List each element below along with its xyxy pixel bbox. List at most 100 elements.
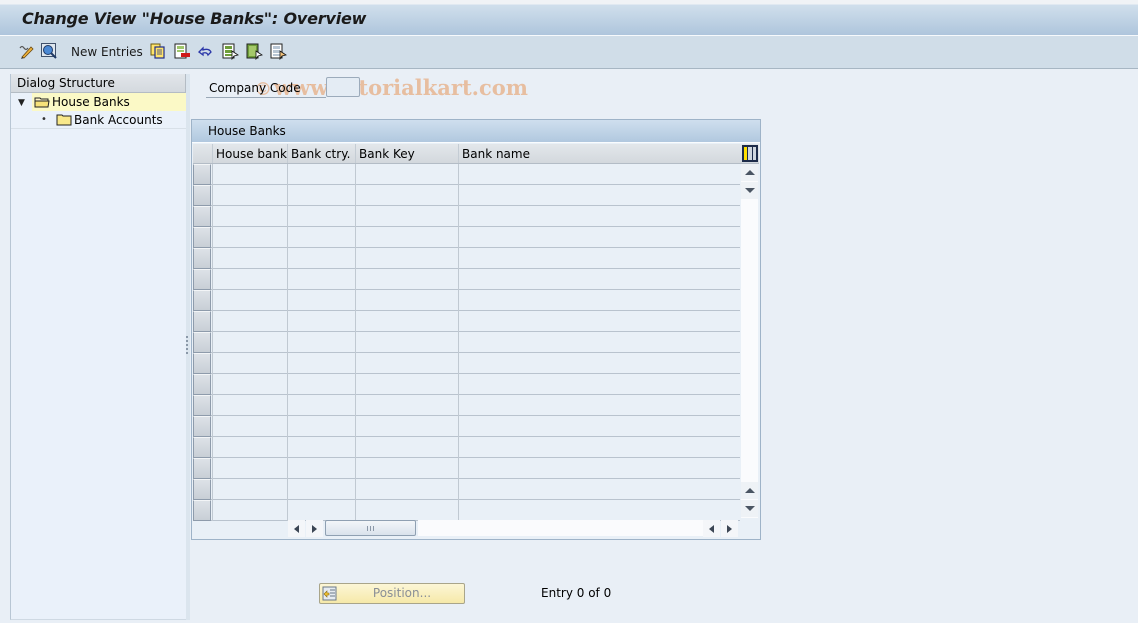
undo-change-icon[interactable] <box>197 42 215 60</box>
table-cell[interactable] <box>212 206 287 227</box>
horizontal-scrollbar[interactable] <box>288 520 738 537</box>
row-selector-button[interactable] <box>193 206 211 227</box>
display-change-icon[interactable] <box>17 42 35 60</box>
table-cell[interactable] <box>458 500 740 521</box>
table-cell[interactable] <box>458 248 740 269</box>
company-code-input[interactable] <box>326 77 360 97</box>
table-cell[interactable] <box>458 353 740 374</box>
table-row[interactable] <box>193 500 740 521</box>
table-row[interactable] <box>193 479 740 500</box>
table-cell[interactable] <box>287 227 355 248</box>
table-row[interactable] <box>193 269 740 290</box>
new-entries-button[interactable]: New Entries <box>71 45 143 59</box>
row-selector-button[interactable] <box>193 311 211 332</box>
table-cell[interactable] <box>212 227 287 248</box>
row-selector-button[interactable] <box>193 374 211 395</box>
table-cell[interactable] <box>355 269 458 290</box>
delete-icon[interactable] <box>173 42 191 60</box>
table-cell[interactable] <box>458 311 740 332</box>
position-button[interactable]: Position... <box>319 583 465 604</box>
table-cell[interactable] <box>287 290 355 311</box>
table-cell[interactable] <box>212 332 287 353</box>
scroll-right-button[interactable] <box>721 520 738 537</box>
table-cell[interactable] <box>287 248 355 269</box>
table-cell[interactable] <box>287 500 355 521</box>
table-cell[interactable] <box>355 437 458 458</box>
table-cell[interactable] <box>458 479 740 500</box>
copy-as-icon[interactable] <box>149 42 167 60</box>
table-row[interactable] <box>193 353 740 374</box>
find-icon[interactable] <box>40 42 58 60</box>
table-cell[interactable] <box>287 269 355 290</box>
table-cell[interactable] <box>355 500 458 521</box>
table-cell[interactable] <box>287 353 355 374</box>
table-cell[interactable] <box>355 185 458 206</box>
table-cell[interactable] <box>458 374 740 395</box>
table-cell[interactable] <box>212 353 287 374</box>
row-selector-button[interactable] <box>193 227 211 248</box>
table-cell[interactable] <box>212 164 287 185</box>
row-selector-button[interactable] <box>193 185 211 206</box>
table-cell[interactable] <box>287 206 355 227</box>
table-row[interactable] <box>193 416 740 437</box>
table-row[interactable] <box>193 227 740 248</box>
table-cell[interactable] <box>212 395 287 416</box>
row-selector-button[interactable] <box>193 332 211 353</box>
table-cell[interactable] <box>355 311 458 332</box>
table-row[interactable] <box>193 311 740 332</box>
table-row[interactable] <box>193 248 740 269</box>
table-cell[interactable] <box>355 290 458 311</box>
table-cell[interactable] <box>458 290 740 311</box>
column-header-bank-key[interactable]: Bank Key <box>355 144 458 163</box>
table-cell[interactable] <box>355 248 458 269</box>
table-cell[interactable] <box>287 416 355 437</box>
table-cell[interactable] <box>287 458 355 479</box>
tree-item-house-banks[interactable]: ▼ House Banks <box>11 93 186 111</box>
table-cell[interactable] <box>458 269 740 290</box>
table-row[interactable] <box>193 374 740 395</box>
table-row[interactable] <box>193 206 740 227</box>
table-cell[interactable] <box>355 374 458 395</box>
column-header-house-bank[interactable]: House bank <box>212 144 287 163</box>
pane-splitter[interactable] <box>186 74 190 620</box>
scroll-right-fixed-button[interactable] <box>306 520 323 537</box>
row-selector-button[interactable] <box>193 290 211 311</box>
table-cell[interactable] <box>458 458 740 479</box>
table-row[interactable] <box>193 458 740 479</box>
scroll-up-button[interactable] <box>741 164 758 181</box>
table-cell[interactable] <box>355 395 458 416</box>
row-selector-button[interactable] <box>193 437 211 458</box>
row-selector-button[interactable] <box>193 458 211 479</box>
column-header-bank-name[interactable]: Bank name <box>458 144 741 163</box>
table-cell[interactable] <box>212 185 287 206</box>
table-cell[interactable] <box>287 311 355 332</box>
table-cell[interactable] <box>355 458 458 479</box>
horizontal-scroll-track[interactable] <box>418 520 703 536</box>
scroll-left-fixed-button[interactable] <box>288 520 305 537</box>
table-row[interactable] <box>193 290 740 311</box>
row-selector-button[interactable] <box>193 164 211 185</box>
table-row[interactable] <box>193 332 740 353</box>
table-row[interactable] <box>193 185 740 206</box>
table-cell[interactable] <box>458 185 740 206</box>
column-header-bank-ctry[interactable]: Bank ctry. <box>287 144 355 163</box>
table-cell[interactable] <box>287 374 355 395</box>
row-selector-button[interactable] <box>193 416 211 437</box>
table-cell[interactable] <box>355 164 458 185</box>
row-selector-button[interactable] <box>193 479 211 500</box>
table-cell[interactable] <box>458 227 740 248</box>
table-cell[interactable] <box>287 185 355 206</box>
table-cell[interactable] <box>212 458 287 479</box>
table-cell[interactable] <box>212 500 287 521</box>
row-selector-button[interactable] <box>193 248 211 269</box>
table-cell[interactable] <box>212 374 287 395</box>
scroll-left-button[interactable] <box>703 520 720 537</box>
table-row[interactable] <box>193 164 740 185</box>
tree-item-bank-accounts[interactable]: • Bank Accounts <box>11 111 186 129</box>
table-cell[interactable] <box>212 311 287 332</box>
table-cell[interactable] <box>287 479 355 500</box>
select-all-rows-button[interactable] <box>193 144 212 163</box>
table-cell[interactable] <box>458 206 740 227</box>
table-row[interactable] <box>193 395 740 416</box>
table-cell[interactable] <box>458 164 740 185</box>
